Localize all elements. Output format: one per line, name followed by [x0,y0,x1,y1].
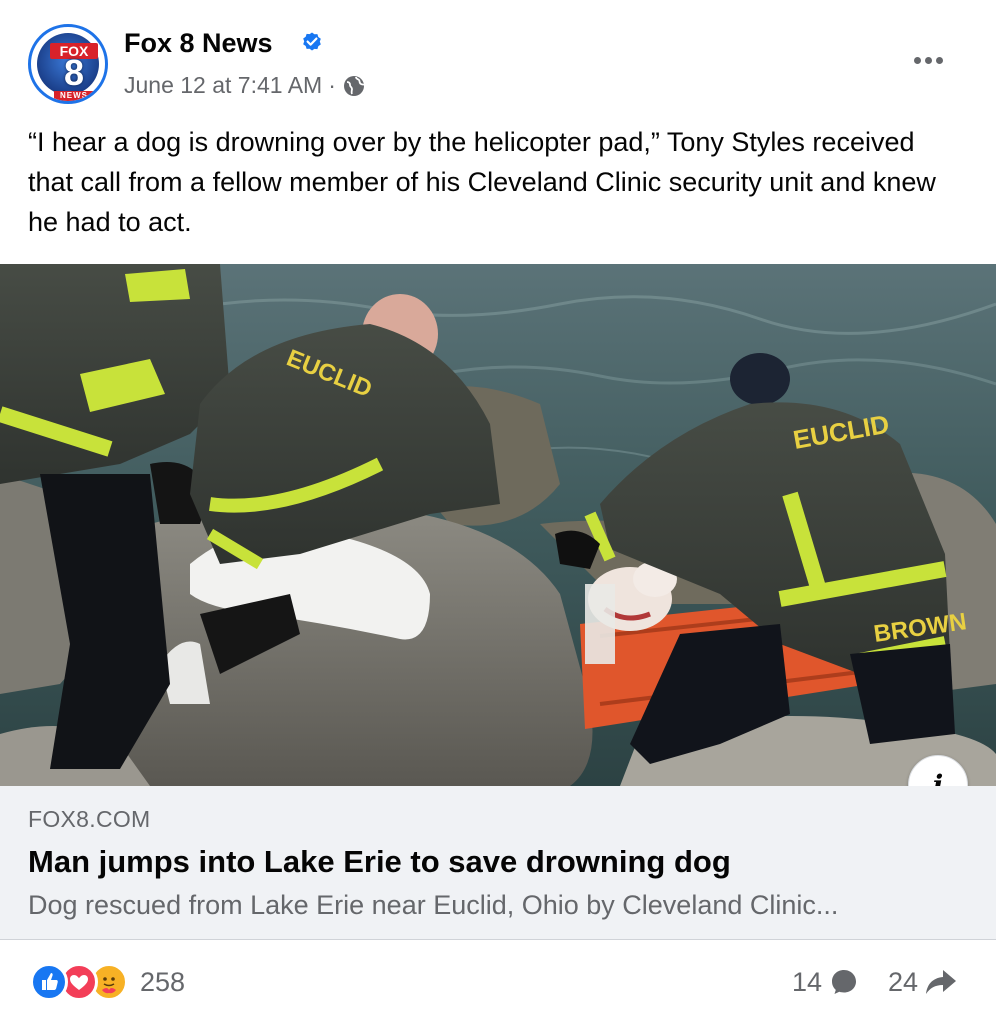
link-preview[interactable]: FOX8.COM Man jumps into Lake Erie to sav… [0,786,996,940]
post-meta: June 12 at 7:41 AM · [124,72,366,99]
more-dot-icon [913,56,921,64]
like-icon [30,963,68,1001]
share-count: 24 [888,966,919,997]
post-header: FOX 8 NEWS Fox 8 News June 12 at 7:41 AM… [0,0,996,120]
page-avatar[interactable]: FOX 8 NEWS [28,24,108,104]
shares-count-button[interactable]: 24 [888,966,958,998]
more-options-button[interactable] [900,44,956,76]
avatar-number: 8 [63,52,85,93]
link-title[interactable]: Man jumps into Lake Erie to save drownin… [28,844,731,880]
comment-count: 14 [792,966,823,997]
avatar-logo: FOX 8 NEWS [37,33,99,101]
post-photo[interactable]: EUCLID EUCLID BROWN [0,264,996,786]
more-dot-icon [924,56,932,64]
meta-separator: · [328,72,336,98]
share-arrow-icon [926,970,957,994]
comments-count-button[interactable]: 14 [792,966,860,998]
globe-icon[interactable] [342,74,366,98]
avatar-sub: NEWS [54,91,94,101]
comment-bubble-icon [832,970,857,994]
link-description: Dog rescued from Lake Erie near Euclid, … [28,890,839,920]
post-timestamp[interactable]: June 12 at 7:41 AM [124,72,322,99]
link-domain: FOX8.COM [28,806,151,832]
post-caption: “I hear a dog is drowning over by the he… [28,127,936,237]
verified-badge-icon [303,32,321,51]
engagement-bar: 258 14 24 [0,940,996,1024]
page-name-link[interactable]: Fox 8 News [124,28,273,59]
reaction-count: 258 [140,966,186,997]
rescue-scene-image: EUCLID EUCLID BROWN [0,264,996,786]
reactions-summary[interactable]: 258 [30,962,185,1002]
more-dot-icon [935,56,943,64]
